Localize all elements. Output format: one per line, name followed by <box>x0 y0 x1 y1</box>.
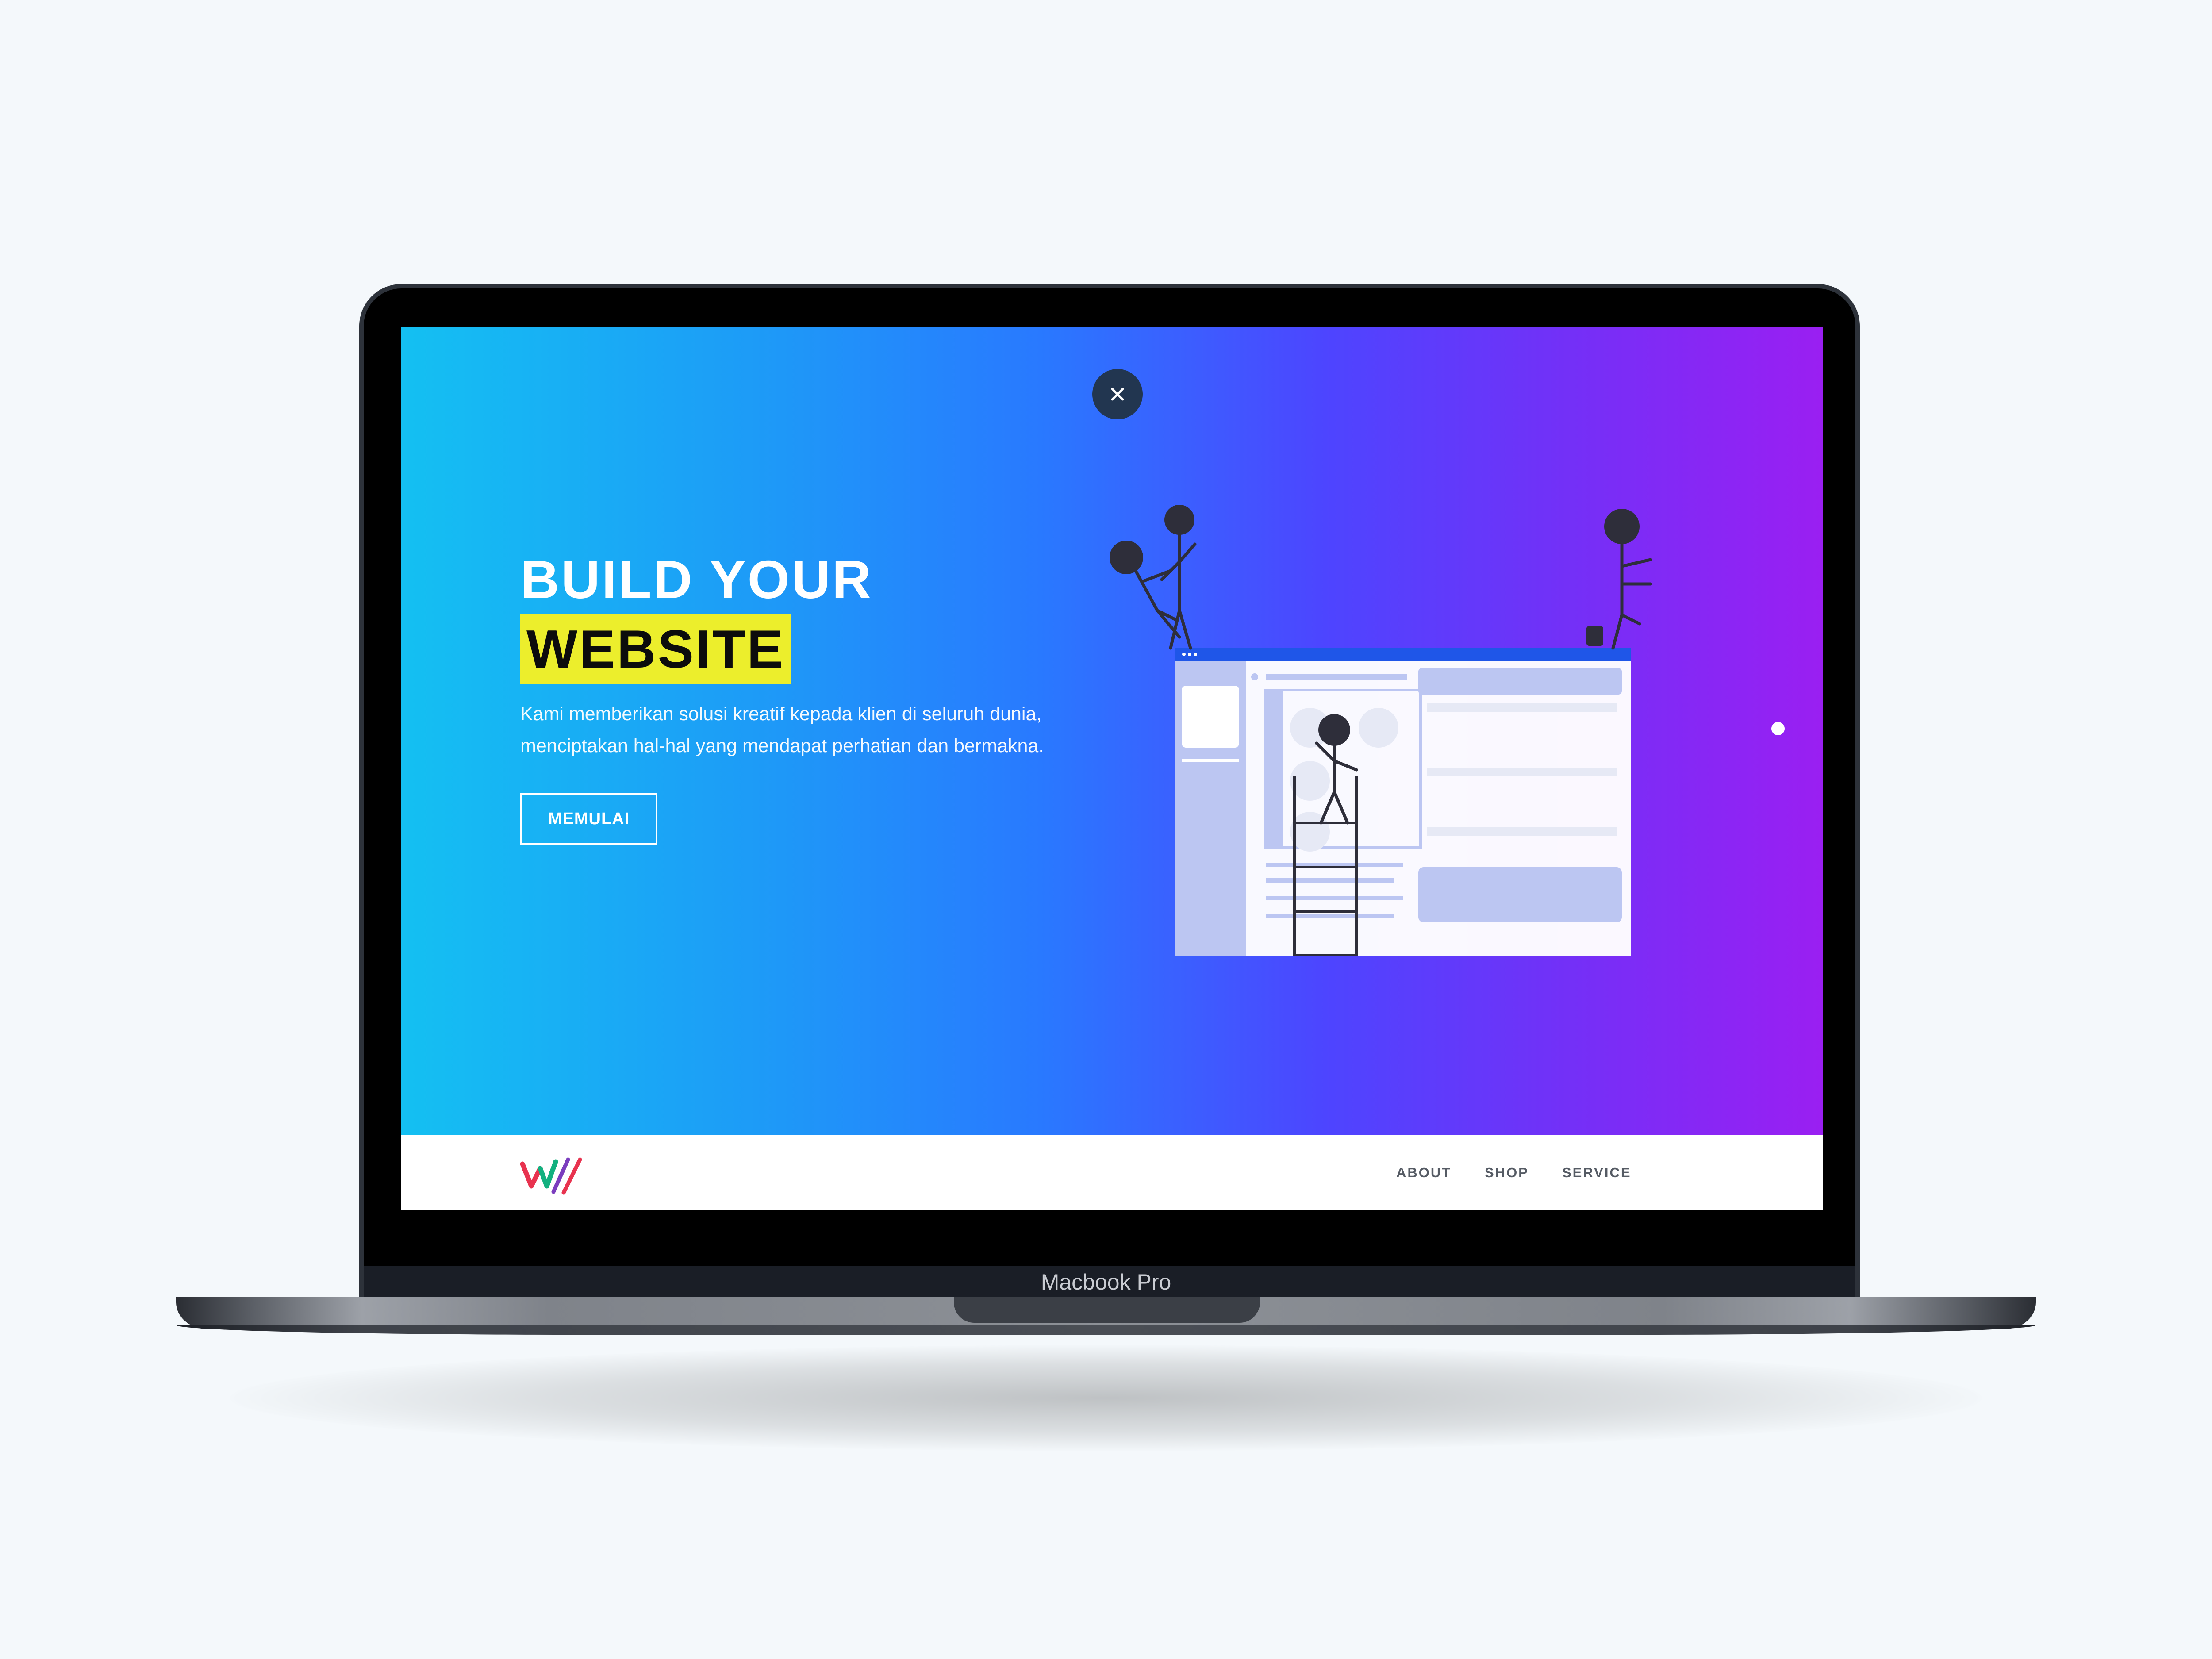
hero-headline: BUILD YOUR <box>520 549 873 610</box>
hero-subtitle: Kami memberikan solusi kreatif kepada kl… <box>520 703 1044 757</box>
laptop-screen: BUILD YOUR WEBSITE Kami memberikan solus… <box>401 327 1823 1210</box>
slider-dot[interactable] <box>1771 722 1785 735</box>
standing-figure-left <box>1160 505 1197 650</box>
website-building-illustration <box>1110 505 1652 956</box>
browser-window-graphic <box>1175 648 1631 956</box>
close-icon <box>1111 388 1124 401</box>
hero-headline-highlight-text: WEBSITE <box>526 619 785 679</box>
laptop-notch <box>954 1297 1260 1323</box>
nav-shop[interactable]: SHOP <box>1485 1164 1529 1182</box>
falling-figure <box>1110 541 1181 639</box>
nav-about[interactable]: ABOUT <box>1396 1164 1452 1182</box>
laptop-base-edge <box>176 1325 2036 1335</box>
hero-section: BUILD YOUR WEBSITE Kami memberikan solus… <box>401 327 1823 1135</box>
w-logo-icon[interactable] <box>520 1153 587 1197</box>
close-button[interactable] <box>1092 369 1143 419</box>
laptop-shadow <box>230 1345 1982 1451</box>
headline-highlight: WEBSITE <box>520 614 791 684</box>
bottom-navbar: ABOUT SHOP SERVICE <box>401 1135 1823 1210</box>
standing-figure-right <box>1586 509 1652 650</box>
nav-service[interactable]: SERVICE <box>1562 1164 1632 1182</box>
start-button[interactable]: MEMULAI <box>520 793 657 845</box>
device-label: Macbook Pro <box>1041 1270 1171 1294</box>
